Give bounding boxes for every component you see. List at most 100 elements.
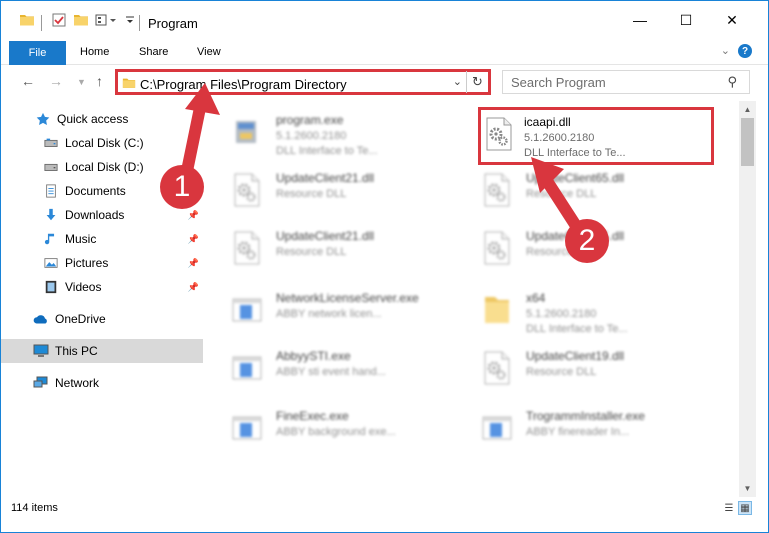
expand-ribbon-chevron-icon[interactable]: ⌄ [721, 44, 730, 57]
app-window-icon [232, 293, 262, 327]
computer-icon [33, 343, 49, 359]
scroll-down-arrow-icon[interactable]: ▼ [739, 480, 756, 497]
sidebar-item-onedrive[interactable]: OneDrive [1, 307, 203, 331]
sidebar-item-this-pc[interactable]: This PC [1, 339, 203, 363]
pin-icon[interactable]: 📌 [188, 210, 199, 221]
maximize-button[interactable]: ☐ [663, 1, 709, 39]
file-name: FineExec.exe [276, 409, 349, 423]
file-detail: Resource DLL [276, 188, 347, 200]
customize-icon[interactable] [95, 12, 119, 31]
tab-file[interactable]: File [9, 41, 66, 65]
sidebar-item-pictures[interactable]: Pictures 📌 [1, 251, 203, 275]
sidebar-item-music[interactable]: Music 📌 [1, 227, 203, 251]
search-input[interactable] [511, 72, 721, 92]
scroll-thumb[interactable] [741, 118, 754, 166]
minimize-icon: — [633, 12, 647, 28]
window-title: Program [148, 16, 198, 31]
app-window-icon [482, 411, 512, 445]
chevron-down-icon[interactable] [125, 12, 135, 31]
recent-chevron-down-icon[interactable]: ▼ [77, 77, 86, 87]
sidebar-item-label: This PC [55, 344, 98, 358]
sidebar-item-label: Videos [65, 280, 102, 294]
file-item[interactable]: AbbyySTI.exe ABBY sti event hand... [216, 341, 456, 397]
file-detail: Resource DLL [526, 366, 597, 378]
sidebar-item-videos[interactable]: Videos 📌 [1, 275, 203, 299]
dll-gear-icon [482, 231, 512, 265]
address-path[interactable]: C:\Program Files\Program Directory [140, 77, 347, 92]
file-item[interactable]: UpdateClient19.dll Resource DLL [466, 341, 706, 397]
details-view-icon[interactable]: ☰ [722, 501, 736, 515]
navigation-pane: Quick access Local Disk (C:) Local Disk … [1, 101, 211, 496]
new-folder-container [73, 11, 89, 31]
vertical-scrollbar[interactable]: ▲ ▼ [739, 101, 756, 497]
pictures-icon [43, 255, 59, 271]
qa-dropdown-container [125, 11, 135, 31]
file-description: DLL Interface to Te... [526, 323, 628, 335]
cloud-icon [33, 311, 49, 327]
minimize-button[interactable]: — [617, 1, 663, 39]
sidebar-item-label: Downloads [65, 208, 125, 222]
address-dropdown-chevron-icon[interactable]: ⌄ [453, 75, 462, 88]
step-2-badge: 2 [565, 219, 609, 263]
status-bar: 114 items ☰ ▦ [1, 497, 768, 519]
dll-gear-icon [484, 117, 514, 151]
dll-gear-icon [482, 173, 512, 207]
sidebar-item-local-disk-c[interactable]: Local Disk (C:) [1, 131, 203, 155]
scroll-up-arrow-icon[interactable]: ▲ [739, 101, 756, 118]
file-name: NetworkLicenseServer.exe [276, 291, 419, 305]
address-bar[interactable]: C:\Program Files\Program Directory ⌄ ↻ [115, 69, 491, 95]
customize-container [95, 11, 119, 31]
tiles-view-icon[interactable]: ▦ [738, 501, 752, 515]
sidebar-item-quick-access[interactable]: Quick access [1, 107, 203, 131]
file-item[interactable]: program.exe 5.1.2600.2180 DLL Interface to… [216, 105, 456, 161]
file-name: x64 [526, 291, 546, 305]
maximize-icon: ☐ [679, 11, 693, 28]
new-folder-icon[interactable] [73, 12, 89, 31]
documents-icon [43, 183, 59, 199]
close-icon: ✕ [726, 11, 738, 28]
tab-view[interactable]: View [197, 46, 221, 58]
file-list: program.exe 5.1.2600.2180 DLL Interface to… [216, 101, 738, 493]
app-window-icon [232, 351, 262, 385]
file-item[interactable]: x64 5.1.2600.2180 DLL Interface to Te... [466, 283, 706, 339]
back-arrow-icon[interactable]: ← [21, 73, 35, 89]
tab-share[interactable]: Share [139, 46, 168, 58]
file-detail: Resource DLL [276, 246, 347, 258]
address-folder-icon [122, 76, 136, 93]
sidebar-item-network[interactable]: Network [1, 371, 203, 395]
forward-arrow-icon[interactable]: → [49, 73, 63, 89]
tab-home[interactable]: Home [80, 46, 109, 58]
file-item[interactable]: FineExec.exe ABBY background exe... [216, 401, 456, 457]
search-icon[interactable]: ⚲ [727, 74, 737, 90]
refresh-icon[interactable]: ↻ [466, 71, 488, 93]
sidebar-item-label: OneDrive [55, 312, 106, 326]
pin-icon[interactable]: 📌 [188, 282, 199, 293]
close-button[interactable]: ✕ [709, 1, 755, 39]
quick-access-toolbar [19, 11, 35, 31]
file-item[interactable]: UpdateClient21.dll Resource DLL [216, 221, 456, 277]
search-box[interactable]: ⚲ [502, 70, 750, 94]
drive-icon [43, 159, 59, 175]
file-name: UpdateClient19.dll [526, 349, 625, 363]
properties-check-icon[interactable] [51, 12, 67, 31]
file-name: AbbyySTI.exe [276, 349, 351, 363]
file-detail: 5.1.2600.2180 [276, 130, 347, 142]
file-detail: 5.1.2600.2180 [526, 308, 597, 320]
file-detail: ABBY finereader In... [526, 426, 630, 438]
item-count: 114 items [11, 502, 58, 514]
pin-icon[interactable]: 📌 [188, 258, 199, 269]
file-item[interactable]: NetworkLicenseServer.exe ABBY network lic… [216, 283, 456, 339]
file-name: UpdateClient21.dll [276, 171, 375, 185]
view-toggle: ☰ ▦ [722, 501, 752, 515]
properties-container [51, 11, 67, 31]
file-item[interactable]: UpdateClient65.dll Resource DLL [466, 163, 706, 219]
navigation-bar: ← → ▼ ↑ C:\Program Files\Program Directo… [1, 65, 768, 99]
file-item-selected[interactable]: icaapi.dll 5.1.2600.2180 DLL Interface to … [478, 107, 714, 165]
file-item[interactable]: TrogrammInstaller.exe ABBY finereader In.… [466, 401, 706, 457]
folder-icon[interactable] [19, 12, 35, 31]
help-button[interactable]: ? [738, 44, 752, 58]
sidebar-item-label: Network [55, 376, 100, 390]
up-arrow-icon[interactable]: ↑ [96, 73, 103, 89]
file-item[interactable]: UpdateClient21.dll Resource DLL [216, 163, 456, 219]
pin-icon[interactable]: 📌 [188, 234, 199, 245]
